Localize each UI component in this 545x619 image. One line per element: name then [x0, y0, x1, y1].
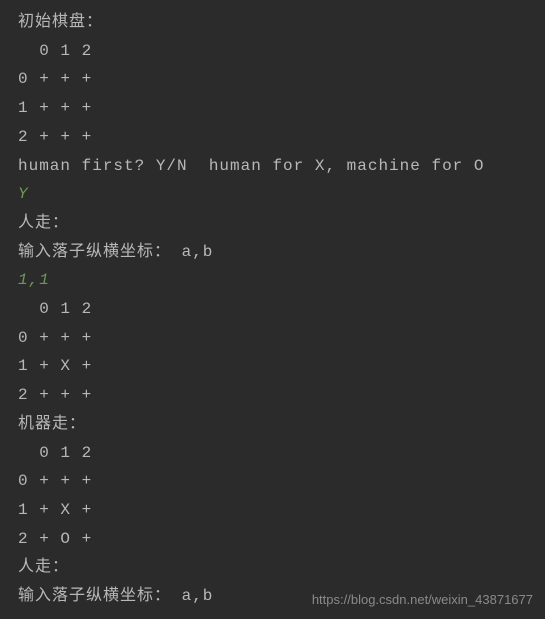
terminal-output-line: 0 1 2: [18, 295, 527, 324]
terminal-output-line: 1 + + +: [18, 94, 527, 123]
terminal-output: 初始棋盘： 0 1 20 + + +1 + + +2 + + +human fi…: [18, 8, 527, 611]
terminal-output-line: 0 1 2: [18, 439, 527, 468]
terminal-output-line: 2 + + +: [18, 123, 527, 152]
watermark: https://blog.csdn.net/weixin_43871677: [312, 592, 533, 607]
terminal-output-line: 1 + X +: [18, 496, 527, 525]
terminal-output-line: 人走：: [18, 209, 527, 238]
terminal-output-line: human first? Y/N human for X, machine fo…: [18, 152, 527, 181]
terminal-output-line: 输入落子纵横坐标： a,b: [18, 238, 527, 267]
terminal-output-line: 初始棋盘：: [18, 8, 527, 37]
terminal-output-line: 1 + X +: [18, 352, 527, 381]
terminal-output-line: 2 + O +: [18, 525, 527, 554]
terminal-output-line: 机器走：: [18, 410, 527, 439]
terminal-output-line: 人走：: [18, 553, 527, 582]
terminal-output-line: 0 + + +: [18, 65, 527, 94]
terminal-output-line: 0 + + +: [18, 324, 527, 353]
terminal-output-line: 0 + + +: [18, 467, 527, 496]
terminal-input-line: Y: [18, 180, 527, 209]
terminal-output-line: 0 1 2: [18, 37, 527, 66]
terminal-output-line: 2 + + +: [18, 381, 527, 410]
terminal-input-line: 1,1: [18, 266, 527, 295]
